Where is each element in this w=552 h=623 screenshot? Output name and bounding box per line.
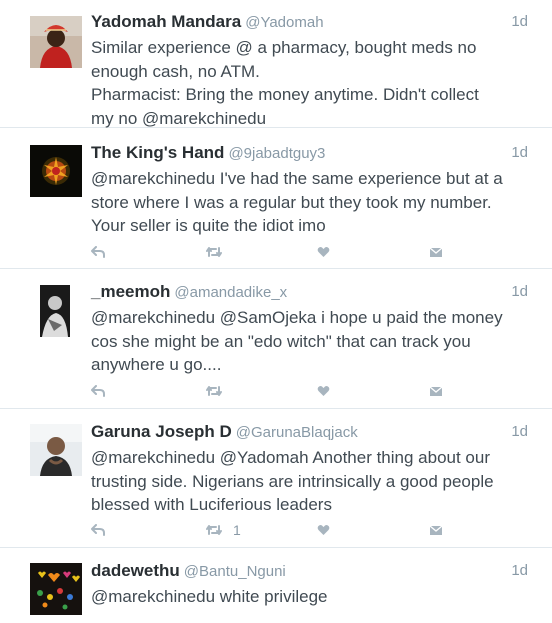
user-handle[interactable]: @Bantu_Nguni bbox=[184, 563, 286, 580]
avatar[interactable] bbox=[30, 16, 82, 68]
heart-icon bbox=[317, 247, 330, 257]
like-button[interactable] bbox=[317, 381, 330, 401]
tweet-text-line: Your seller is quite the idiot imo bbox=[91, 216, 326, 235]
heart-icon bbox=[317, 386, 330, 396]
tweet-header: _meemoh @amandadike_x 1d bbox=[91, 282, 528, 304]
tweet-feed: Yadomah Mandara @Yadomah 1d Similar exper… bbox=[0, 0, 552, 623]
reply-icon bbox=[91, 524, 105, 536]
tweet-header: Garuna Joseph D @GarunaBlaqjack 1d bbox=[91, 422, 528, 444]
tweet-text: @marekchinedu white privilege bbox=[91, 585, 531, 609]
user-handle[interactable]: @Yadomah bbox=[245, 14, 323, 31]
tweet-text-line: trusting side. Nigerians are intrinsical… bbox=[91, 471, 494, 491]
user-handle[interactable]: @GarunaBlaqjack bbox=[236, 424, 358, 441]
avatar[interactable] bbox=[30, 145, 82, 197]
user-handle[interactable]: @amandadike_x bbox=[174, 284, 287, 301]
direct-message-button[interactable] bbox=[429, 520, 443, 540]
direct-message-icon bbox=[429, 386, 443, 396]
retweet-button[interactable] bbox=[205, 242, 233, 262]
tweet-text-line: anywhere u go.... bbox=[91, 355, 222, 374]
display-name[interactable]: dadewethu bbox=[91, 561, 180, 580]
tweet-text-line: blessed with Luciferious leaders bbox=[91, 495, 332, 514]
tweet-item[interactable]: _meemoh @amandadike_x 1d @marekchinedu @S… bbox=[0, 269, 552, 409]
reply-button[interactable] bbox=[91, 520, 105, 540]
reply-icon bbox=[91, 385, 105, 397]
tweet-text-line: @marekchinedu @Yadomah Another thing abo… bbox=[91, 448, 491, 467]
avatar[interactable] bbox=[30, 424, 82, 476]
timestamp[interactable]: 1d bbox=[511, 562, 528, 579]
tweet-header: The King's Hand @9jabadtguy3 1d bbox=[91, 143, 528, 165]
tweet-text: @marekchinedu @Yadomah Another thing abo… bbox=[91, 446, 531, 517]
tweet-text-line: enough cash, no ATM. bbox=[91, 61, 260, 81]
tweet-header: dadewethu @Bantu_Nguni 1d bbox=[91, 561, 528, 583]
tweet-item[interactable]: Garuna Joseph D @GarunaBlaqjack 1d @marek… bbox=[0, 409, 552, 548]
tweet-header: Yadomah Mandara @Yadomah 1d bbox=[91, 12, 528, 34]
timestamp[interactable]: 1d bbox=[511, 283, 528, 300]
avatar[interactable] bbox=[30, 563, 82, 615]
retweet-icon bbox=[206, 386, 222, 396]
retweet-icon bbox=[206, 247, 222, 257]
retweet-button[interactable] bbox=[205, 381, 233, 401]
tweet-text: Similar experience @ a pharmacy, bought … bbox=[91, 36, 531, 130]
direct-message-icon bbox=[429, 247, 443, 257]
user-handle[interactable]: @9jabadtguy3 bbox=[228, 145, 325, 162]
tweet-text-line: cos she might be an "edo witch" that can… bbox=[91, 331, 471, 351]
direct-message-button[interactable] bbox=[429, 381, 443, 401]
tweet-actions: 1 bbox=[91, 520, 451, 540]
tweet-text-line: Pharmacist: Bring the money anytime. Did… bbox=[91, 85, 479, 104]
display-name[interactable]: _meemoh bbox=[91, 282, 170, 301]
reply-icon bbox=[91, 246, 105, 258]
like-button[interactable] bbox=[317, 242, 330, 262]
timestamp[interactable]: 1d bbox=[511, 13, 528, 30]
tweet-text: @marekchinedu I've had the same experien… bbox=[91, 167, 531, 238]
tweet-text: @marekchinedu @SamOjeka i hope u paid th… bbox=[91, 306, 531, 377]
tweet-item[interactable]: The King's Hand @9jabadtguy3 1d @marekchi… bbox=[0, 130, 552, 269]
timestamp[interactable]: 1d bbox=[511, 423, 528, 440]
reply-button[interactable] bbox=[91, 242, 105, 262]
tweet-text-line: @marekchinedu white privilege bbox=[91, 587, 328, 606]
display-name[interactable]: Yadomah Mandara bbox=[91, 12, 241, 31]
timestamp[interactable]: 1d bbox=[511, 144, 528, 161]
tweet-item[interactable]: Yadomah Mandara @Yadomah 1d Similar exper… bbox=[0, 0, 552, 128]
reply-button[interactable] bbox=[91, 381, 105, 401]
retweet-button[interactable]: 1 bbox=[205, 520, 241, 540]
tweet-text-line: @marekchinedu I've had the same experien… bbox=[91, 169, 503, 188]
tweet-text-line: store where I was a regular but they too… bbox=[91, 192, 492, 212]
avatar[interactable] bbox=[30, 285, 82, 337]
display-name[interactable]: The King's Hand bbox=[91, 143, 224, 162]
tweet-text-line: @marekchinedu @SamOjeka i hope u paid th… bbox=[91, 308, 503, 327]
like-button[interactable] bbox=[317, 520, 330, 540]
heart-icon bbox=[317, 525, 330, 535]
retweet-icon bbox=[206, 525, 222, 535]
tweet-text-line: my no @marekchinedu bbox=[91, 108, 267, 128]
direct-message-icon bbox=[429, 525, 443, 535]
tweet-actions bbox=[91, 242, 451, 262]
retweet-count: 1 bbox=[233, 522, 241, 538]
tweet-text-line: Similar experience @ a pharmacy, bought … bbox=[91, 38, 477, 57]
tweet-item[interactable]: dadewethu @Bantu_Nguni 1d @marekchinedu w… bbox=[0, 548, 552, 623]
direct-message-button[interactable] bbox=[429, 242, 443, 262]
display-name[interactable]: Garuna Joseph D bbox=[91, 422, 232, 441]
tweet-actions bbox=[91, 381, 451, 401]
